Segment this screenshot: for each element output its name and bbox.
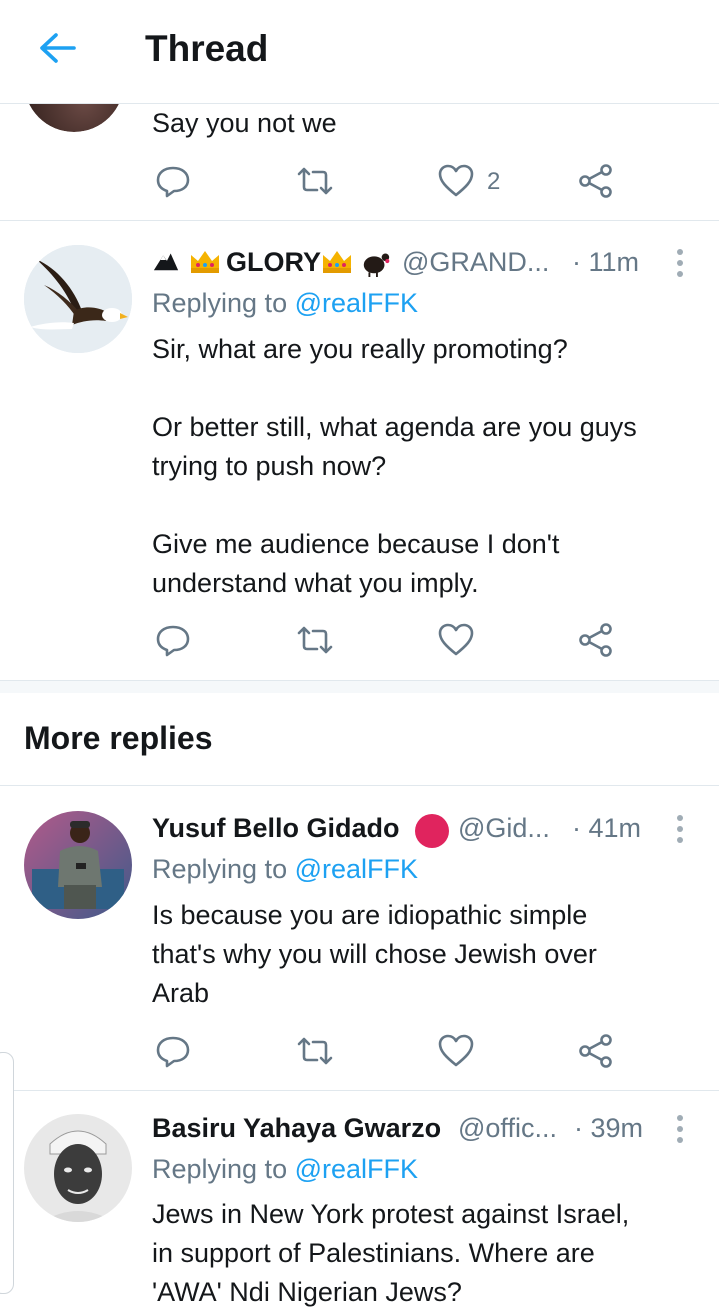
eagle-emoji-icon <box>152 246 180 281</box>
like-icon[interactable] <box>436 1031 476 1071</box>
share-icon[interactable] <box>576 620 616 660</box>
mention-link[interactable]: @realFFK <box>295 288 418 318</box>
display-name[interactable]: Yusuf Bello Gidado <box>152 813 400 844</box>
like-icon[interactable] <box>436 620 476 660</box>
red-circle-emoji-icon <box>415 814 449 848</box>
tweet-header: GLORY @GRAND... · 11m <box>152 244 672 284</box>
like-count: 2 <box>487 168 501 195</box>
tweet-text-line: that's why you will chose Jewish over <box>152 939 597 969</box>
more-options-icon[interactable] <box>672 812 688 848</box>
tweet-text-line: Give me audience because I don't <box>152 529 560 559</box>
user-handle[interactable]: @offic... <box>458 1113 557 1144</box>
tweet-text-line: in support of Palestinians. Where are <box>152 1238 595 1268</box>
turkey-emoji-icon <box>360 246 392 283</box>
like-icon[interactable] <box>436 161 476 201</box>
divider <box>0 785 719 786</box>
replying-to: Replying to @realFFK <box>152 1150 418 1189</box>
retweet-icon[interactable] <box>295 161 335 201</box>
crown-emoji-icon <box>320 246 354 281</box>
tweet-text-line: Or better still, what agenda are you guy… <box>152 412 637 442</box>
tweet-text-line: Is because you are idiopathic simple <box>152 900 588 930</box>
reply-icon[interactable] <box>153 161 193 201</box>
tweet-text-line: 'AWA' Ndi Nigerian Jews? <box>152 1277 462 1307</box>
mention-link[interactable]: @realFFK <box>295 1154 418 1184</box>
retweet-icon[interactable] <box>295 620 335 660</box>
tweet-time: · 11m <box>572 247 640 277</box>
tweet-text: Say you not we <box>152 108 337 138</box>
reply-icon[interactable] <box>153 1031 193 1071</box>
replying-to: Replying to @realFFK <box>152 850 418 889</box>
share-icon[interactable] <box>576 161 616 201</box>
replying-to: Replying to @realFFK <box>152 284 418 323</box>
back-arrow-icon[interactable] <box>34 30 78 66</box>
avatar[interactable] <box>24 245 132 353</box>
top-bar: Thread <box>0 0 719 104</box>
tweet-time: · 39m <box>574 1113 644 1143</box>
tweet-text-line: Arab <box>152 978 210 1008</box>
divider <box>0 220 719 221</box>
user-handle[interactable]: @Gid... <box>458 813 550 844</box>
mention-link[interactable]: @realFFK <box>295 854 418 884</box>
more-options-icon[interactable] <box>672 1112 688 1148</box>
section-gap <box>0 681 719 693</box>
page-title: Thread <box>145 28 269 69</box>
crown-emoji-icon <box>188 246 222 281</box>
display-name[interactable]: Basiru Yahaya Gwarzo <box>152 1113 441 1144</box>
section-heading: More replies <box>24 720 213 756</box>
user-handle[interactable]: @GRAND... <box>402 247 549 278</box>
replying-to-label: Replying to <box>152 1154 288 1184</box>
divider <box>0 1090 719 1091</box>
tweet-time: · 41m <box>572 813 642 843</box>
retweet-icon[interactable] <box>295 1031 335 1071</box>
replying-to-label: Replying to <box>152 854 288 884</box>
display-name[interactable]: GLORY <box>226 247 321 278</box>
share-icon[interactable] <box>576 1031 616 1071</box>
avatar[interactable] <box>24 1114 132 1222</box>
tweet-text-line: understand what you imply. <box>152 568 479 598</box>
edge-panel-handle[interactable] <box>0 1052 14 1294</box>
reply-icon[interactable] <box>153 620 193 660</box>
replying-to-label: Replying to <box>152 288 288 318</box>
tweet-text-line: Jews in New York protest against Israel, <box>152 1199 630 1229</box>
avatar[interactable] <box>24 811 132 919</box>
tweet-text-line: trying to push now? <box>152 451 387 481</box>
tweet-text-line: Sir, what are you really promoting? <box>152 334 568 364</box>
more-options-icon[interactable] <box>672 246 688 282</box>
